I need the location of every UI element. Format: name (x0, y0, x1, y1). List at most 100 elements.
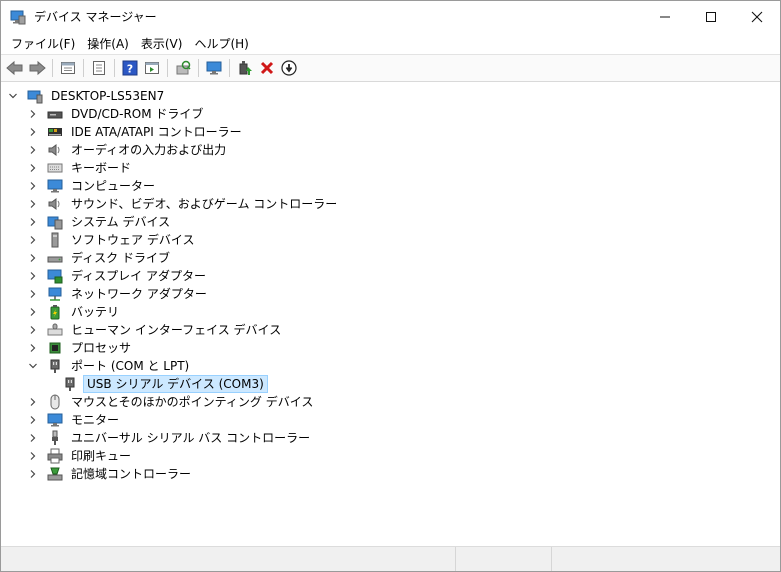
expand-chevron-icon[interactable] (27, 108, 39, 120)
hid-icon (47, 322, 63, 338)
expand-chevron-icon[interactable] (27, 414, 39, 426)
tree-category-item[interactable]: プロセッサ (27, 339, 134, 357)
printer-icon (47, 448, 63, 464)
tree-category-item[interactable]: コンピューター (27, 177, 158, 195)
tree-category-item[interactable]: ディスプレイ アダプター (27, 267, 209, 285)
expand-chevron-icon[interactable] (27, 324, 39, 336)
maximize-button[interactable] (688, 1, 734, 32)
tree-category-item[interactable]: サウンド、ビデオ、およびゲーム コントローラー (27, 195, 340, 213)
category-label: システム デバイス (71, 215, 171, 229)
tree-category-item[interactable]: ユニバーサル シリアル バス コントローラー (27, 429, 313, 447)
battery-icon (47, 304, 63, 320)
expand-chevron-icon[interactable] (27, 252, 39, 264)
category-label: DVD/CD-ROM ドライブ (71, 107, 204, 121)
expand-chevron-icon[interactable] (27, 468, 39, 480)
tree-category-item[interactable]: IDE ATA/ATAPI コントローラー (27, 123, 245, 141)
dvd-drive-icon (47, 106, 63, 122)
expand-chevron-icon[interactable] (27, 432, 39, 444)
console-tree-button[interactable] (141, 57, 163, 79)
display-adapter-icon (47, 268, 63, 284)
monitor-button[interactable] (203, 57, 225, 79)
tree-category-item[interactable]: システム デバイス (27, 213, 173, 231)
speaker-icon (47, 196, 63, 212)
category-label: プロセッサ (71, 341, 132, 355)
menu-view[interactable]: 表示(V) (135, 33, 189, 54)
status-pane-3 (552, 547, 780, 571)
properties-view-icon (61, 62, 75, 74)
scan-hardware-icon (176, 60, 191, 75)
category-label: キーボード (71, 161, 132, 175)
console-tree-icon (145, 62, 159, 74)
tree-category-item[interactable]: マウスとそのほかのポインティング デバイス (27, 393, 316, 411)
close-button[interactable] (734, 1, 780, 32)
category-label: マウスとそのほかのポインティング デバイス (71, 395, 314, 409)
usb-icon (47, 430, 63, 446)
tree-category-item[interactable]: ネットワーク アダプター (27, 285, 210, 303)
tree-category-item[interactable]: モニター (27, 411, 122, 429)
title-bar[interactable]: デバイス マネージャー (1, 1, 780, 32)
tree-device-item[interactable]: USB シリアル デバイス (COM3) (46, 375, 268, 393)
menu-help[interactable]: ヘルプ(H) (188, 33, 254, 54)
processor-icon (47, 340, 63, 356)
update-driver-button[interactable] (234, 57, 256, 79)
category-label: モニター (71, 413, 120, 427)
status-bar (1, 546, 780, 571)
toolbar-separator (229, 59, 230, 77)
collapse-chevron-icon[interactable] (7, 90, 19, 102)
scan-hardware-button[interactable] (172, 57, 194, 79)
expand-chevron-icon[interactable] (27, 270, 39, 282)
details-button[interactable] (88, 57, 110, 79)
tree-category-item[interactable]: ヒューマン インターフェイス デバイス (27, 321, 284, 339)
device-tree[interactable]: DESKTOP-LS53EN7 DVD/CD-ROM ドライブ IDE ATA/A… (1, 83, 780, 547)
monitor-icon (47, 412, 63, 428)
device-label: USB シリアル デバイス (COM3) (83, 375, 268, 393)
storage-controller-icon (47, 466, 63, 482)
tree-category-item[interactable]: ディスク ドライブ (27, 249, 173, 267)
tree-category-item[interactable]: キーボード (27, 159, 134, 177)
tree-root[interactable]: DESKTOP-LS53EN7 (7, 87, 167, 105)
collapse-chevron-icon[interactable] (27, 360, 39, 372)
disable-device-button[interactable] (278, 57, 300, 79)
properties-view-button[interactable] (57, 57, 79, 79)
device-manager-app-icon (10, 9, 26, 25)
help-button[interactable]: ? (119, 57, 141, 79)
expand-chevron-icon[interactable] (27, 450, 39, 462)
uninstall-button[interactable] (256, 57, 278, 79)
forward-button[interactable] (26, 57, 48, 79)
expand-chevron-icon[interactable] (27, 234, 39, 246)
update-driver-icon (239, 61, 252, 75)
minimize-button[interactable] (642, 1, 688, 32)
toolbar-separator (167, 59, 168, 77)
port-icon (62, 376, 78, 392)
back-button[interactable] (4, 57, 26, 79)
monitor-icon (206, 61, 222, 75)
expand-chevron-icon[interactable] (27, 306, 39, 318)
menu-file[interactable]: ファイル(F) (5, 33, 81, 54)
expand-chevron-icon[interactable] (27, 198, 39, 210)
category-label: ディスク ドライブ (71, 251, 170, 265)
tree-category-item[interactable]: ポート (COM と LPT) (27, 357, 192, 375)
computer-icon (47, 178, 63, 194)
tree-category-item[interactable]: DVD/CD-ROM ドライブ (27, 105, 206, 123)
expand-chevron-icon[interactable] (27, 162, 39, 174)
tree-category-item[interactable]: ソフトウェア デバイス (27, 231, 197, 249)
category-label: ヒューマン インターフェイス デバイス (71, 323, 282, 337)
expand-chevron-icon[interactable] (27, 180, 39, 192)
tree-category-item[interactable]: オーディオの入力および出力 (27, 141, 229, 159)
maximize-icon (706, 11, 716, 22)
menu-action[interactable]: 操作(A) (81, 33, 135, 54)
category-label: ソフトウェア デバイス (71, 233, 195, 247)
expand-chevron-icon[interactable] (27, 216, 39, 228)
category-label: 記憶域コントローラー (71, 467, 192, 481)
expand-chevron-icon[interactable] (27, 288, 39, 300)
expand-chevron-icon[interactable] (27, 126, 39, 138)
expand-chevron-icon[interactable] (27, 144, 39, 156)
window-title: デバイス マネージャー (34, 10, 157, 24)
tree-category-item[interactable]: バッテリ (27, 303, 122, 321)
expand-chevron-icon[interactable] (27, 342, 39, 354)
tree-category-item[interactable]: 記憶域コントローラー (27, 465, 194, 483)
device-manager-window: デバイス マネージャー ファイル(F) 操作(A) 表示(V) ヘルプ(H) ?… (0, 0, 781, 572)
forward-arrow-icon (29, 60, 46, 76)
expand-chevron-icon[interactable] (27, 396, 39, 408)
tree-category-item[interactable]: 印刷キュー (27, 447, 134, 465)
